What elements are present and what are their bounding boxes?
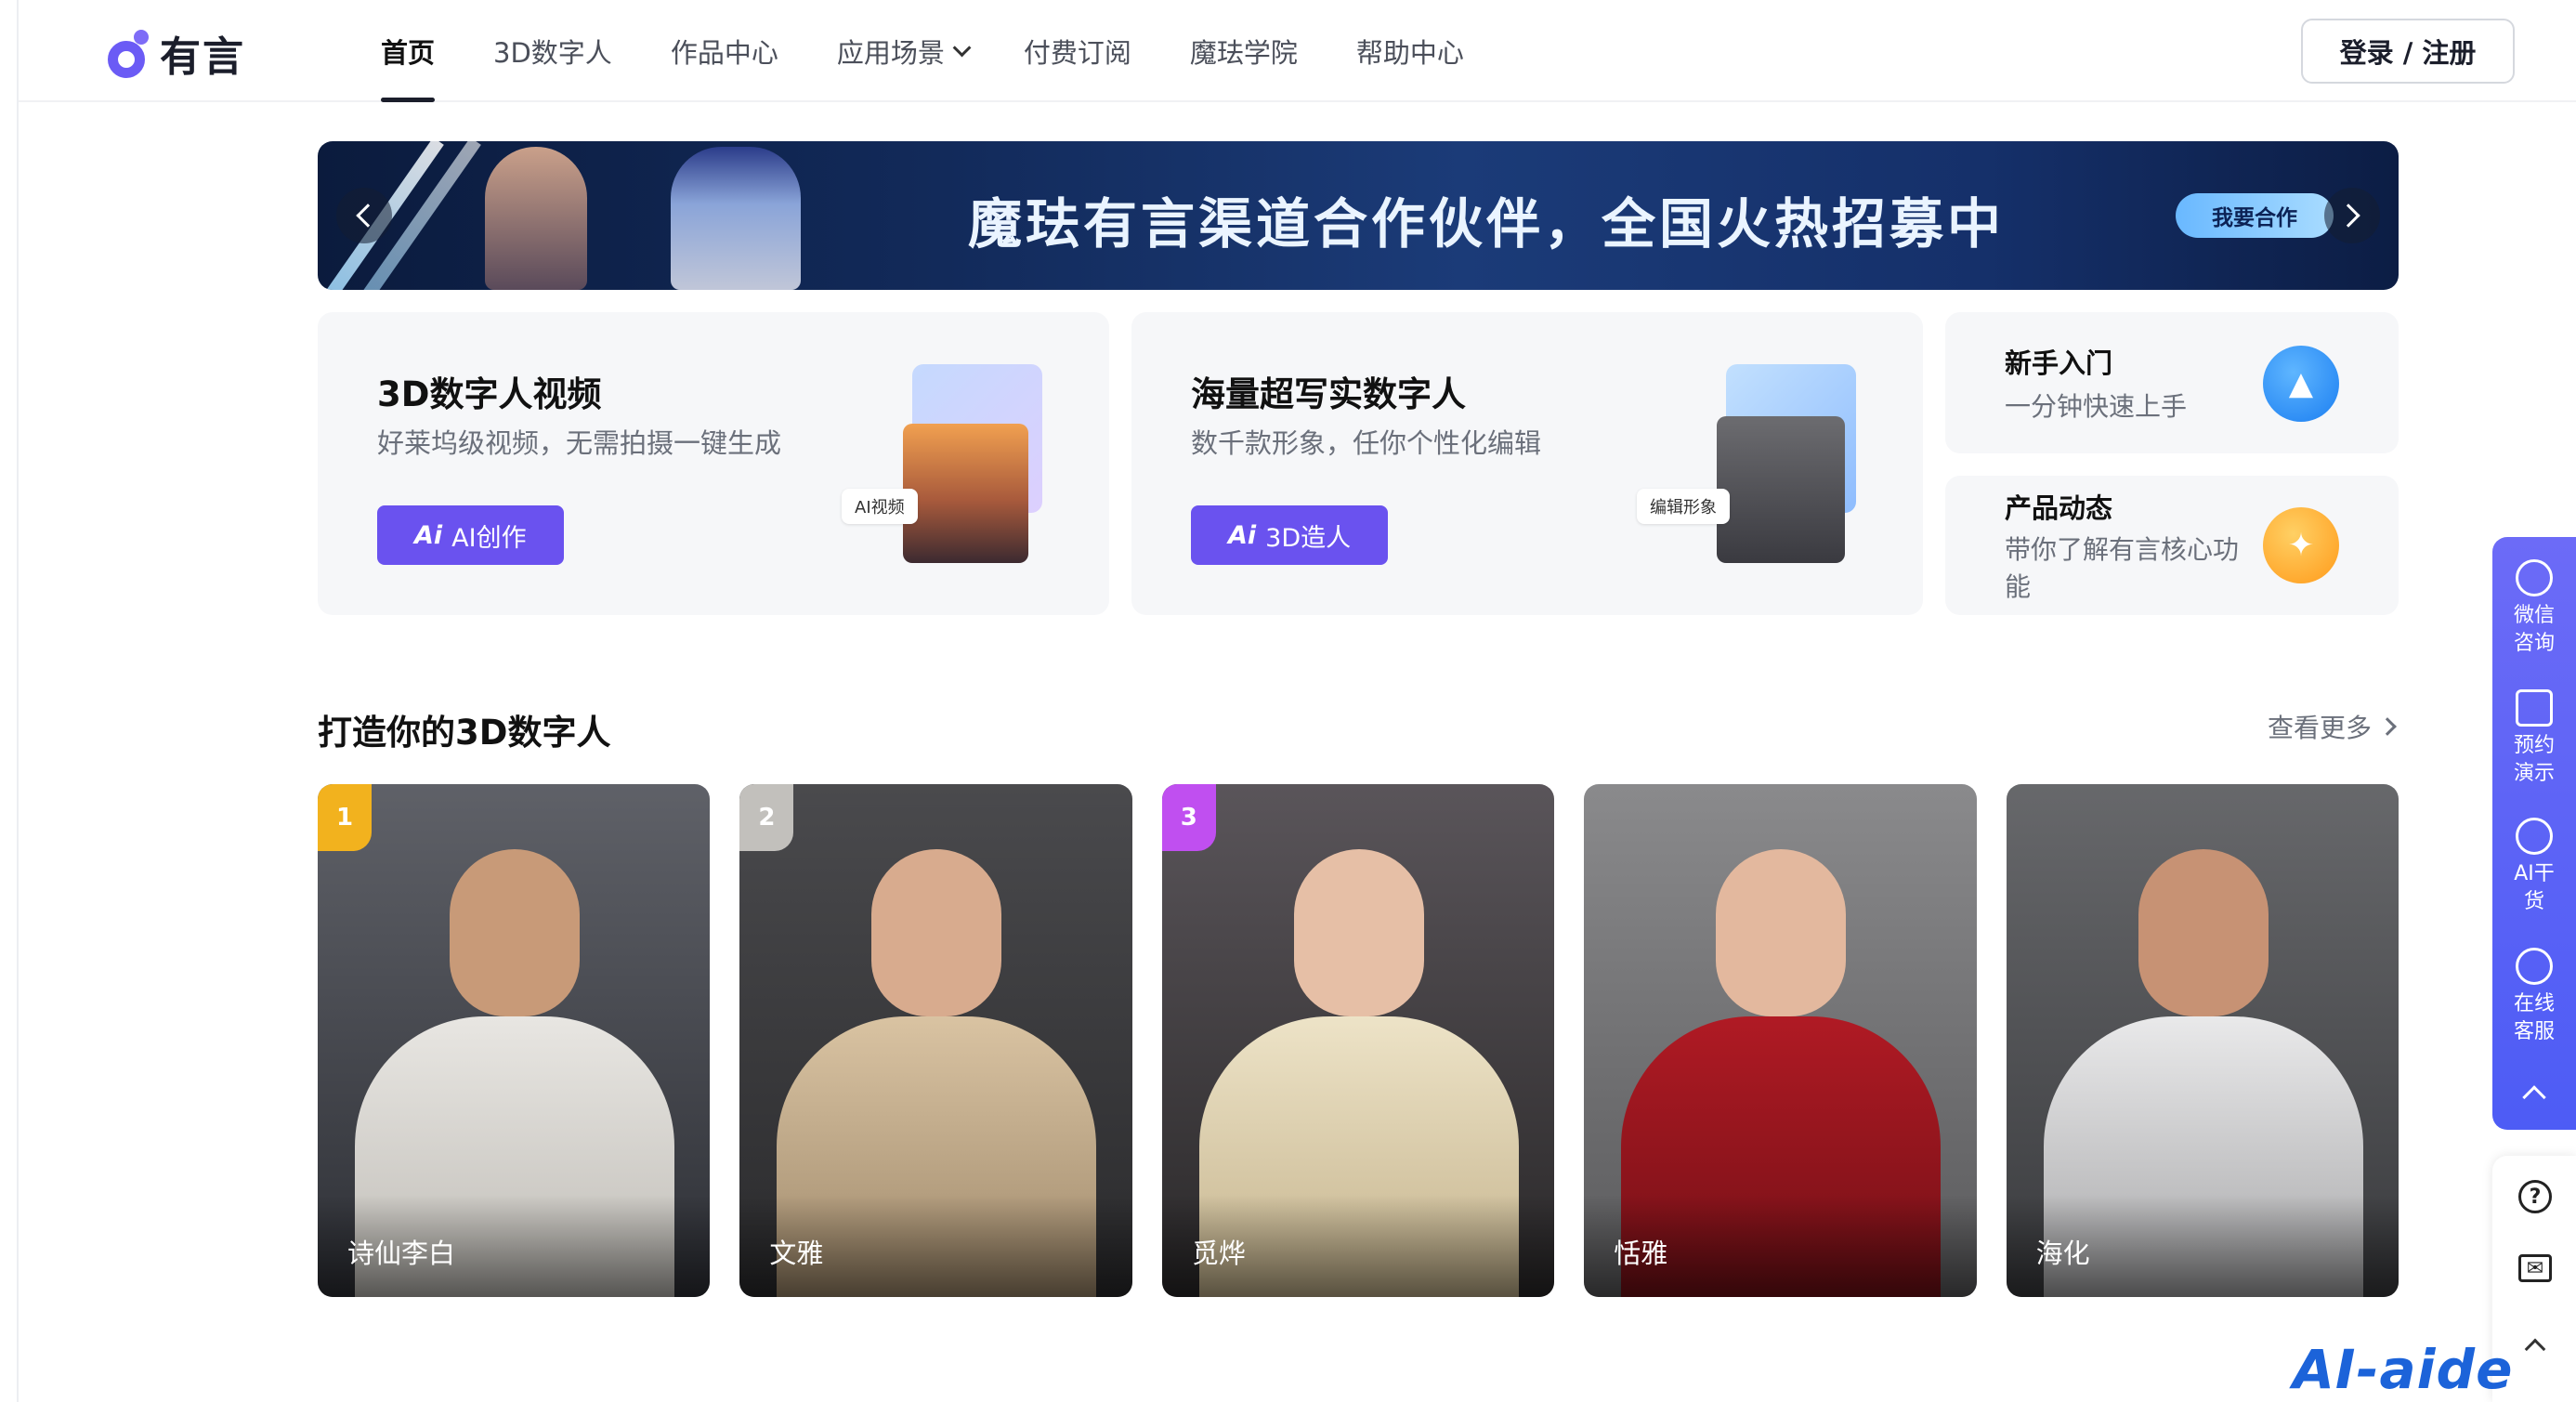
promo-banner[interactable]: 魔珐有言渠道合作伙伴，全国火热招募中 我要合作 <box>318 141 2399 290</box>
avatar-face <box>2138 849 2269 1016</box>
avatar-card[interactable]: 海化 <box>2006 784 2399 1297</box>
avatar-name: 诗仙李白 <box>347 1238 456 1269</box>
avatar-name: 觅烨 <box>1191 1238 1246 1269</box>
watermark-logo: AI-aide <box>2293 1338 2514 1401</box>
feature-illustration-avatar-editor <box>1717 416 1845 563</box>
feature-card-subtitle: 数千款形象，任你个性化编辑 <box>1191 427 1542 459</box>
nav-item-scenarios-label: 应用场景 <box>836 37 945 69</box>
chevron-right-icon <box>2336 203 2360 228</box>
gift-box-icon: ✦ <box>2263 507 2339 583</box>
banner-avatar-image <box>485 147 587 290</box>
graduation-cap-icon: ▲ <box>2263 346 2339 422</box>
float-item-label: 预约演示 <box>2513 734 2555 785</box>
3d-create-avatar-button-label: 3D造人 <box>1265 523 1352 553</box>
main-nav: 首页 3D数字人 作品中心 应用场景 付费订阅 魔珐学院 帮助中心 <box>381 0 1523 102</box>
avatar-card[interactable]: 恬雅 <box>1584 784 1977 1297</box>
side-card-subtitle: 带你了解有言核心功能 <box>2005 534 2240 602</box>
online-support-button[interactable]: 在线客服 <box>2492 948 2576 1046</box>
avatar-card[interactable]: 2 文雅 <box>739 784 1132 1297</box>
chevron-left-icon <box>356 203 380 228</box>
ai-create-button[interactable]: Ai AI创作 <box>377 505 564 565</box>
mail-glyph: ✉ <box>2526 1256 2544 1280</box>
feature-card-title: 海量超写实数字人 <box>1191 374 1466 414</box>
page-left-border <box>17 0 19 1402</box>
banner-next-button[interactable] <box>2324 188 2380 243</box>
ai-tips-button[interactable]: AI干货 <box>2492 818 2576 916</box>
avatar-name: 海化 <box>2035 1238 2090 1269</box>
book-demo-button[interactable]: 预约演示 <box>2492 689 2576 788</box>
ai-icon: Ai <box>414 520 443 550</box>
chevron-right-icon <box>2378 717 2397 736</box>
banner-prev-button[interactable] <box>336 188 392 243</box>
collapse-up-icon[interactable] <box>2522 1085 2546 1109</box>
feature-card-title: 3D数字人视频 <box>377 374 602 414</box>
rank-badge: 1 <box>318 784 372 851</box>
float-item-label: 微信咨询 <box>2513 604 2555 655</box>
logo[interactable]: 有言 <box>106 20 245 85</box>
view-more-label: 查看更多 <box>2267 713 2372 743</box>
nav-item-academy[interactable]: 魔珐学院 <box>1190 0 1298 102</box>
feature-tag: AI视频 <box>842 489 918 524</box>
avatar-face <box>1293 849 1424 1016</box>
banner-title: 魔珐有言渠道合作伙伴，全国火热招募中 <box>968 192 2006 256</box>
feature-card-realistic-avatar[interactable]: 海量超写实数字人 数千款形象，任你个性化编辑 Ai 3D造人 编辑形象 <box>1131 312 1923 615</box>
avatar-gallery: 1 诗仙李白 2 文雅 3 觅烨 恬雅 海化 <box>318 784 2399 1297</box>
avatar-card[interactable]: 1 诗仙李白 <box>318 784 711 1297</box>
3d-create-avatar-button[interactable]: Ai 3D造人 <box>1191 505 1389 565</box>
robot-icon <box>2516 818 2553 855</box>
rank-badge: 2 <box>739 784 794 851</box>
avatar-face <box>450 849 580 1016</box>
side-card-getting-started[interactable]: 新手入门 一分钟快速上手 ▲ <box>1945 312 2399 453</box>
wechat-icon <box>2516 559 2553 596</box>
avatar-face <box>871 849 1002 1016</box>
float-item-label: 在线客服 <box>2513 992 2555 1043</box>
feature-card-video[interactable]: 3D数字人视频 好莱坞级视频，无需拍摄一键生成 Ai AI创作 AI视频 <box>318 312 1109 615</box>
float-item-label: AI干货 <box>2514 862 2555 913</box>
side-card-subtitle: 一分钟快速上手 <box>2005 391 2188 422</box>
chevron-down-icon <box>952 38 972 58</box>
back-to-top-icon[interactable] <box>2524 1338 2546 1360</box>
side-card-product-news[interactable]: 产品动态 带你了解有言核心功能 ✦ <box>1945 476 2399 615</box>
top-header: 有言 首页 3D数字人 作品中心 应用场景 付费订阅 魔珐学院 帮助中心 登录 … <box>19 0 2576 102</box>
rank-badge: 3 <box>1161 784 1216 851</box>
ai-icon: Ai <box>1228 520 1257 550</box>
avatar-card[interactable]: 3 觅烨 <box>1161 784 1555 1297</box>
avatar-face <box>1716 849 1847 1016</box>
nav-item-help[interactable]: 帮助中心 <box>1356 0 1464 102</box>
nav-item-subscription[interactable]: 付费订阅 <box>1024 0 1131 102</box>
logo-mark-icon <box>106 30 152 78</box>
avatar-name: 文雅 <box>769 1238 824 1269</box>
login-register-button[interactable]: 登录 / 注册 <box>2301 19 2515 84</box>
nav-item-scenarios[interactable]: 应用场景 <box>836 0 972 102</box>
feature-card-subtitle: 好莱坞级视频，无需拍摄一键生成 <box>377 427 782 459</box>
banner-cooperate-button[interactable]: 我要合作 <box>2176 193 2334 238</box>
side-card-title: 新手入门 <box>2005 347 2113 379</box>
nav-item-3d-avatar[interactable]: 3D数字人 <box>493 0 612 102</box>
avatar-name: 恬雅 <box>1614 1238 1668 1269</box>
presentation-icon <box>2516 689 2553 727</box>
nav-item-home[interactable]: 首页 <box>381 0 436 102</box>
nav-item-works[interactable]: 作品中心 <box>671 0 778 102</box>
ai-create-button-label: AI创作 <box>451 523 527 553</box>
help-icon[interactable]: ? <box>2518 1180 2552 1213</box>
headset-icon <box>2516 948 2553 985</box>
feature-tag: 编辑形象 <box>1637 489 1730 524</box>
logo-text: 有言 <box>160 33 245 81</box>
floating-contact-bar: 微信咨询 预约演示 AI干货 在线客服 <box>2492 537 2576 1130</box>
side-card-title: 产品动态 <box>2005 492 2113 524</box>
section-title: 打造你的3D数字人 <box>318 713 611 753</box>
mail-icon[interactable]: ✉ <box>2518 1254 2552 1282</box>
banner-avatar-image <box>671 147 801 290</box>
view-more-link[interactable]: 查看更多 <box>2267 708 2397 745</box>
feature-illustration-video <box>903 424 1028 563</box>
wechat-consult-button[interactable]: 微信咨询 <box>2492 559 2576 658</box>
